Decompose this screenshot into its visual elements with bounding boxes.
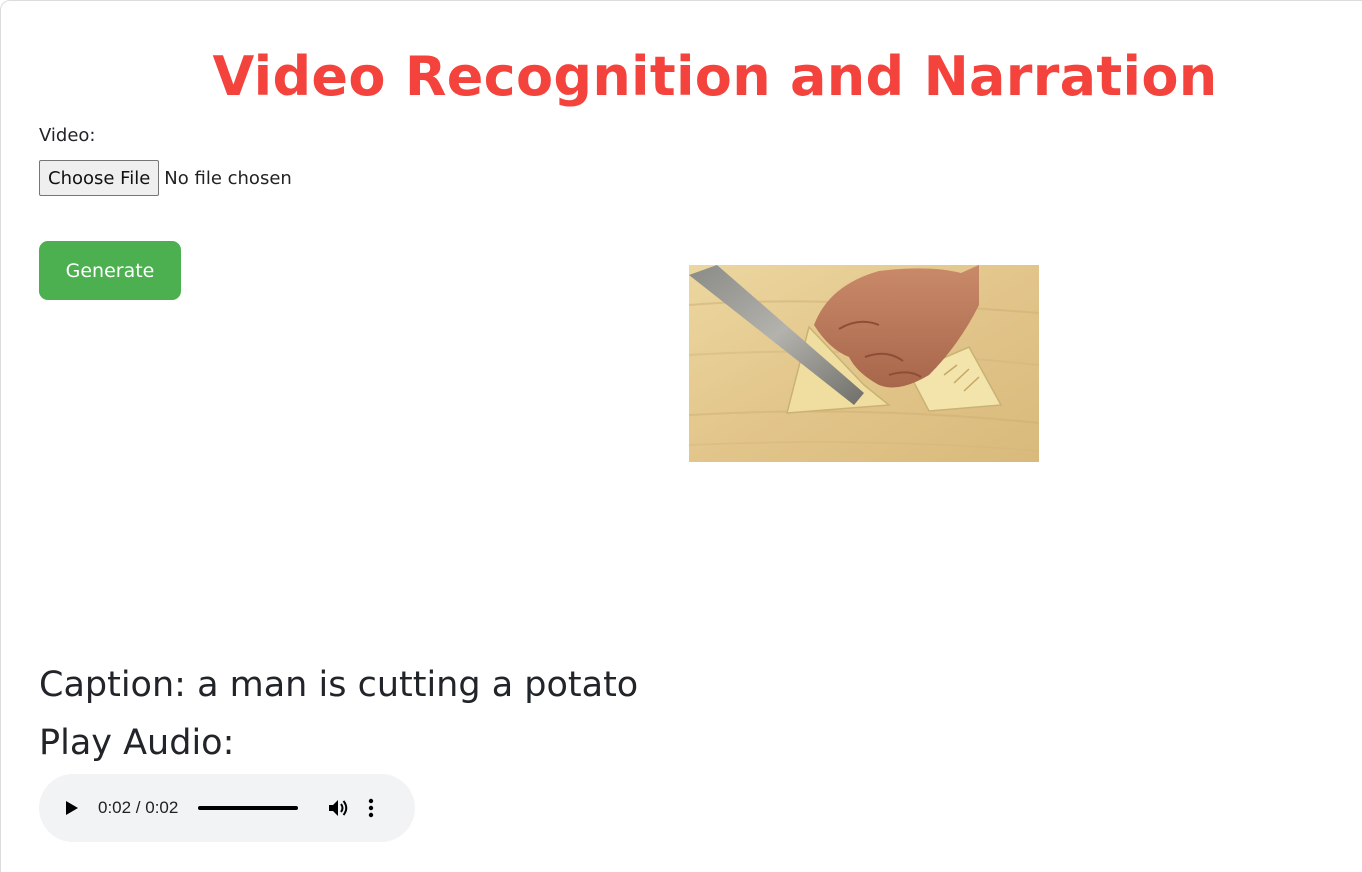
generate-button[interactable]: Generate <box>39 241 181 300</box>
video-frame-image <box>689 265 1039 462</box>
play-icon[interactable] <box>61 797 83 819</box>
volume-icon[interactable] <box>328 797 350 819</box>
file-input[interactable]: Choose File No file chosen <box>39 160 292 196</box>
page-title: Video Recognition and Narration <box>212 45 1218 108</box>
caption-text: Caption: a man is cutting a potato <box>39 665 639 705</box>
file-status-text: No file chosen <box>164 167 292 189</box>
video-preview[interactable] <box>689 265 1039 462</box>
more-vert-icon[interactable] <box>367 797 375 819</box>
audio-progress-slider[interactable] <box>198 806 299 810</box>
choose-file-button[interactable]: Choose File <box>39 160 160 196</box>
play-audio-heading: Play Audio: <box>39 723 235 763</box>
audio-time-display: 0:02 / 0:02 <box>98 798 179 817</box>
audio-player[interactable]: 0:02 / 0:02 <box>39 774 415 842</box>
page: Video Recognition and Narration Video: C… <box>0 0 1362 872</box>
video-label: Video: <box>39 125 96 146</box>
